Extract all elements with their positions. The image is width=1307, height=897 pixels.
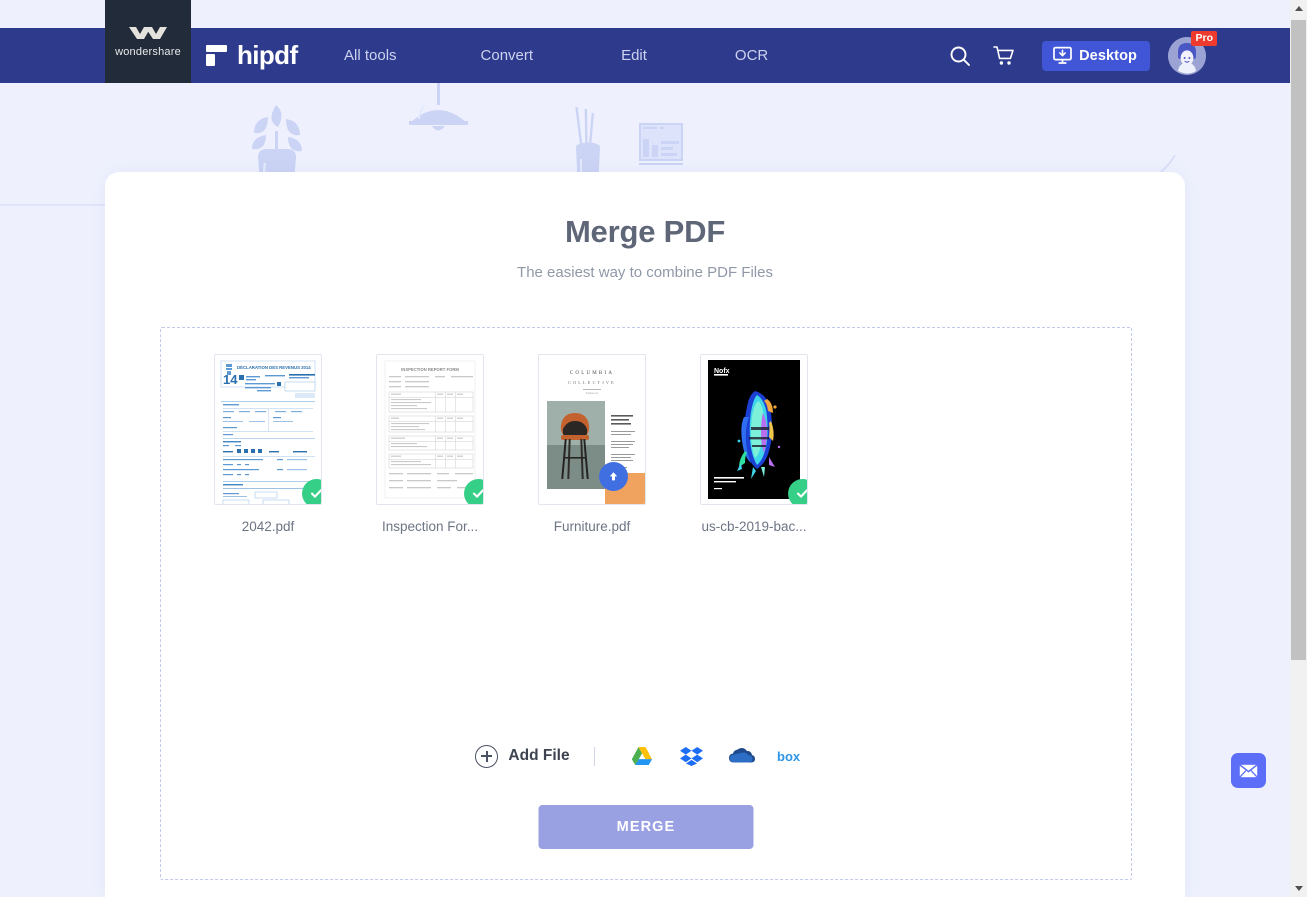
user-menu[interactable]: Pro xyxy=(1168,30,1217,75)
nav-item-edit[interactable]: Edit xyxy=(607,47,661,64)
main-card: Merge PDF The easiest way to combine PDF… xyxy=(105,172,1185,897)
add-file-button[interactable]: Add File xyxy=(475,744,570,768)
scroll-down-arrow-icon xyxy=(1294,886,1303,891)
svg-text:COLLECTIVE: COLLECTIVE xyxy=(568,380,616,385)
cart-button[interactable] xyxy=(982,34,1026,78)
merge-button[interactable]: MERGE xyxy=(538,805,754,849)
inspection-report-thumbnail: INSPECTION REPORT FORM xyxy=(377,355,483,504)
french-tax-form-thumbnail: DÉCLARATION DES REVENUS 2014 14 xyxy=(215,355,321,504)
upload-arrow-icon xyxy=(609,472,618,481)
scrollbar-thumb[interactable] xyxy=(1291,20,1306,660)
svg-text:14: 14 xyxy=(223,372,238,387)
file-dropzone[interactable]: DÉCLARATION DES REVENUS 2014 14 2042.pdf… xyxy=(160,327,1132,880)
nav-item-convert[interactable]: Convert xyxy=(467,47,548,64)
add-file-row: Add File box xyxy=(161,740,1131,772)
file-status-badge xyxy=(599,462,628,491)
file-status-badge xyxy=(302,479,321,504)
check-circle-icon xyxy=(796,489,807,498)
page-title: Merge PDF xyxy=(564,214,726,249)
hipdf-logo-text: hipdf xyxy=(237,40,298,70)
nav-item-all-tools[interactable]: All tools xyxy=(330,47,411,64)
search-button[interactable] xyxy=(938,34,982,78)
svg-text:box: box xyxy=(777,749,801,764)
columbia-collective-thumbnail: COLUMBIA COLLECTIVE furniture.co xyxy=(539,355,645,504)
check-circle-icon xyxy=(310,489,321,498)
file-name: 2042.pdf xyxy=(241,519,295,534)
album-cover-thumbnail: Nofx xyxy=(701,355,807,504)
check-circle-icon xyxy=(472,489,483,498)
wondershare-brand[interactable]: wondershare xyxy=(105,0,191,83)
onedrive-button[interactable] xyxy=(717,740,767,772)
search-icon xyxy=(950,46,971,66)
dropbox-icon xyxy=(680,747,704,766)
scrollbar-down-button[interactable] xyxy=(1290,880,1307,897)
file-status-badge xyxy=(464,479,483,504)
envelope-icon xyxy=(1239,763,1258,778)
file-name: Inspection For... xyxy=(381,519,479,534)
pro-badge: Pro xyxy=(1191,30,1217,46)
wondershare-logo-icon xyxy=(129,27,167,39)
onedrive-icon xyxy=(728,748,755,763)
svg-text:furniture.co: furniture.co xyxy=(586,392,599,395)
contact-mail-button[interactable] xyxy=(1231,753,1266,788)
box-button[interactable]: box xyxy=(767,740,817,772)
scroll-up-arrow-icon xyxy=(1294,6,1303,11)
file-thumbnail[interactable]: INSPECTION REPORT FORM xyxy=(376,354,484,505)
page-root: Merge PDF The easiest way to combine PDF… xyxy=(0,0,1307,897)
svg-text:Nofx: Nofx xyxy=(714,368,730,375)
divider xyxy=(593,746,595,766)
site-header: wondershare hipdf All tools Convert Edit… xyxy=(0,0,1290,83)
scrollbar-up-button[interactable] xyxy=(1290,0,1307,17)
file-name: Furniture.pdf xyxy=(553,519,631,534)
file-thumbnail[interactable]: DÉCLARATION DES REVENUS 2014 14 xyxy=(214,354,322,505)
file-item[interactable]: DÉCLARATION DES REVENUS 2014 14 2042.pdf xyxy=(187,354,349,534)
hipdf-logo-icon xyxy=(206,45,227,66)
file-name: us-cb-2019-bac... xyxy=(701,519,807,534)
page-subtitle: The easiest way to combine PDF Files xyxy=(517,264,773,281)
vertical-scrollbar[interactable] xyxy=(1290,0,1307,897)
file-thumbnail[interactable]: COLUMBIA COLLECTIVE furniture.co xyxy=(538,354,646,505)
box-icon: box xyxy=(777,749,801,764)
add-file-label: Add File xyxy=(508,747,570,764)
dropbox-button[interactable] xyxy=(667,740,717,772)
desktop-app-button[interactable]: Desktop xyxy=(1042,40,1150,71)
browser-viewport: Merge PDF The easiest way to combine PDF… xyxy=(0,0,1290,897)
google-drive-icon xyxy=(631,747,652,765)
file-item[interactable]: COLUMBIA COLLECTIVE furniture.co Furnitu… xyxy=(511,354,673,534)
main-navigation: All tools Convert Edit OCR xyxy=(330,28,782,83)
file-list: DÉCLARATION DES REVENUS 2014 14 2042.pdf… xyxy=(187,354,835,534)
svg-text:COLUMBIA: COLUMBIA xyxy=(570,371,614,376)
svg-text:INSPECTION REPORT FORM: INSPECTION REPORT FORM xyxy=(401,367,459,372)
file-status-badge xyxy=(788,479,807,504)
wondershare-label: wondershare xyxy=(115,46,181,58)
file-thumbnail[interactable]: Nofx xyxy=(700,354,808,505)
file-item[interactable]: Nofx us-cb-2019-bac... xyxy=(673,354,835,534)
file-item[interactable]: INSPECTION REPORT FORM Inspection For... xyxy=(349,354,511,534)
svg-text:DÉCLARATION DES REVENUS 2014: DÉCLARATION DES REVENUS 2014 xyxy=(237,365,311,370)
hipdf-logo[interactable]: hipdf xyxy=(205,28,298,83)
nav-item-ocr[interactable]: OCR xyxy=(721,47,782,64)
google-drive-button[interactable] xyxy=(617,740,667,772)
monitor-download-icon xyxy=(1053,46,1072,64)
desktop-button-label: Desktop xyxy=(1079,47,1137,64)
plus-circle-icon xyxy=(475,744,499,768)
shopping-cart-icon xyxy=(993,45,1014,65)
header-actions: Desktop Pro xyxy=(938,28,1217,83)
